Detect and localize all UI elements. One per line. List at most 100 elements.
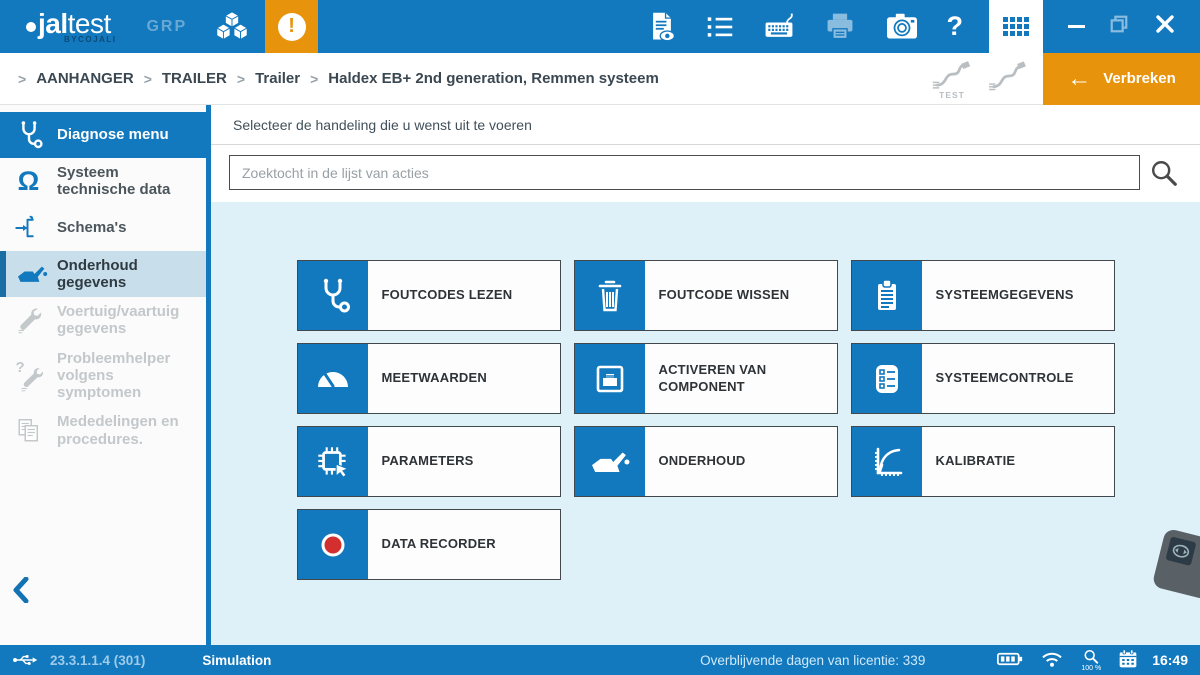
sidebar-item-diagnose-menu[interactable]: Diagnose menu xyxy=(0,112,206,158)
action-label: ONDERHOUD xyxy=(645,427,837,496)
camera-icon[interactable] xyxy=(884,12,920,42)
logo-test: test xyxy=(68,10,111,38)
jaltest-logo: jaltest BYCOJALI xyxy=(26,10,116,44)
sidebar: Diagnose menu Ω Systeem technische data … xyxy=(0,105,211,645)
main-panel: Selecteer de handeling die u wenst uit t… xyxy=(211,105,1200,645)
action-label: FOUTCODE WISSEN xyxy=(645,261,837,330)
sidebar-item-probleemhelper: ? Probleemhelper volgens symptomen xyxy=(0,344,206,408)
breadcrumb-item-system[interactable]: Haldex EB+ 2nd generation, Remmen systee… xyxy=(328,70,659,87)
license-days-label: Overblijvende dagen van licentie: 339 xyxy=(700,653,925,668)
help-icon[interactable]: ? xyxy=(947,11,964,42)
svg-text:?: ? xyxy=(15,359,24,376)
report-preview-icon[interactable] xyxy=(646,10,678,44)
oilcan-icon xyxy=(575,427,645,496)
sidebar-item-label: Onderhoud gegevens xyxy=(57,257,200,292)
action-label: KALIBRATIE xyxy=(922,427,1114,496)
list-icon[interactable] xyxy=(705,13,735,41)
alert-button[interactable]: ! xyxy=(265,0,318,53)
action-systeemgegevens[interactable]: SYSTEEMGEGEVENS xyxy=(851,260,1115,331)
search-icon[interactable] xyxy=(1140,158,1188,188)
breadcrumb-separator: > xyxy=(310,71,318,87)
documents-icon xyxy=(0,415,57,447)
action-label: SYSTEEMGEGEVENS xyxy=(922,261,1114,330)
wifi-icon xyxy=(1040,650,1064,671)
action-foutcode-wissen[interactable]: FOUTCODE WISSEN xyxy=(574,260,838,331)
logo-jal: jal xyxy=(38,10,68,38)
sidebar-item-schemas[interactable]: Schema's xyxy=(0,205,206,251)
zoom-level-label: 100 % xyxy=(1081,665,1101,672)
actions-grid: FOUTCODES LEZEN FOUTCODE WISSEN xyxy=(297,260,1115,580)
wrench-icon xyxy=(0,304,57,336)
action-prompt: Selecteer de handeling die u wenst uit t… xyxy=(211,105,1200,145)
restore-button[interactable] xyxy=(1109,14,1129,39)
grp-label: GRP xyxy=(146,18,187,36)
action-label: SYSTEEMCONTROLE xyxy=(922,344,1114,413)
action-meetwaarden[interactable]: ACTIVEREN VAN COMPONENT MEETWAARDEN xyxy=(297,343,561,414)
alert-icon: ! xyxy=(278,13,306,41)
remote-support-widget[interactable] xyxy=(1152,528,1200,600)
mode-label: Simulation xyxy=(202,653,271,668)
cable-test-icon: TEST xyxy=(931,61,973,100)
printer-icon[interactable] xyxy=(823,11,857,43)
record-icon xyxy=(298,510,368,579)
trash-icon xyxy=(575,261,645,330)
sidebar-item-systeem-technische-data[interactable]: Ω Systeem technische data xyxy=(0,158,206,205)
back-arrow-icon: ← xyxy=(1067,67,1091,91)
stethoscope-icon xyxy=(0,118,57,152)
logo-dot-icon xyxy=(26,22,36,32)
action-label: FOUTCODES LEZEN xyxy=(368,261,560,330)
disconnect-button[interactable]: ← Verbreken xyxy=(1043,53,1200,105)
keyboard-icon[interactable] xyxy=(762,10,796,44)
breadcrumb-item-trailer[interactable]: Trailer xyxy=(255,70,300,87)
close-button[interactable] xyxy=(1154,13,1176,40)
cubes-icon[interactable] xyxy=(213,8,251,46)
minimize-button[interactable] xyxy=(1068,25,1085,28)
sidebar-item-onderhoud-gegevens[interactable]: Onderhoud gegevens xyxy=(0,251,206,298)
connector-icon xyxy=(575,344,645,413)
action-systeemcontrole[interactable]: SYSTEEMCONTROLE xyxy=(851,343,1115,414)
breadcrumb-separator: > xyxy=(237,71,245,87)
apps-menu-button[interactable] xyxy=(989,0,1043,53)
sidebar-item-label: Systeem technische data xyxy=(57,164,200,199)
logo-bycojali: BYCOJALI xyxy=(26,36,116,44)
action-onderhoud[interactable]: ONDERHOUD xyxy=(574,426,838,497)
action-foutcodes-lezen[interactable]: FOUTCODES LEZEN xyxy=(297,260,561,331)
action-label: DATA RECORDER xyxy=(368,510,560,579)
search-row xyxy=(211,145,1200,202)
sidebar-item-label: Mededelingen en procedures. xyxy=(57,413,200,448)
actions-area: FOUTCODES LEZEN FOUTCODE WISSEN xyxy=(211,202,1200,645)
action-activeren-van-component[interactable]: ACTIVEREN VAN COMPONENT xyxy=(574,343,838,414)
sidebar-item-label: Schema's xyxy=(57,219,126,236)
breadcrumb-item-aanhanger[interactable]: AANHANGER xyxy=(36,70,134,87)
breadcrumb-item-trailer-type[interactable]: TRAILER xyxy=(162,70,227,87)
action-kalibratie[interactable]: KALIBRATIE xyxy=(851,426,1115,497)
breadcrumb-bar: > AANHANGER > TRAILER > Trailer > Haldex… xyxy=(0,53,1200,105)
stethoscope-icon xyxy=(298,261,368,330)
action-label: PARAMETERS xyxy=(368,427,560,496)
gauge-icon xyxy=(298,344,368,413)
schematic-icon xyxy=(0,212,57,244)
action-prompt-text: Selecteer de handeling die u wenst uit t… xyxy=(233,117,532,133)
sidebar-item-label: Diagnose menu xyxy=(57,126,169,143)
question-wrench-icon: ? xyxy=(0,358,57,392)
sidebar-item-mededelingen: Mededelingen en procedures. xyxy=(0,407,206,454)
test-label: TEST xyxy=(939,91,965,100)
checklist-icon xyxy=(852,344,922,413)
sidebar-item-voertuig-gegevens: Voertuig/vaartuig gegevens xyxy=(0,297,206,344)
status-bar: 23.3.1.1.4 (301) Simulation Overblijvend… xyxy=(0,645,1200,675)
oilcan-icon xyxy=(6,260,57,288)
zoom-level-indicator[interactable]: 100 % xyxy=(1081,649,1101,672)
calendar-icon[interactable] xyxy=(1118,649,1138,672)
action-data-recorder[interactable]: DATA RECORDER xyxy=(297,509,561,580)
sidebar-collapse-button[interactable] xyxy=(12,577,30,603)
action-label: MEETWAARDEN xyxy=(368,344,560,413)
breadcrumb-separator: > xyxy=(18,71,26,87)
search-input[interactable] xyxy=(229,155,1140,190)
action-parameters[interactable]: PARAMETERS xyxy=(297,426,561,497)
usb-icon xyxy=(12,652,38,668)
apps-grid-icon xyxy=(1003,17,1029,36)
calibration-chart-icon xyxy=(852,427,922,496)
clock-label: 16:49 xyxy=(1152,652,1188,668)
chip-icon xyxy=(298,427,368,496)
breadcrumb-separator: > xyxy=(144,71,152,87)
